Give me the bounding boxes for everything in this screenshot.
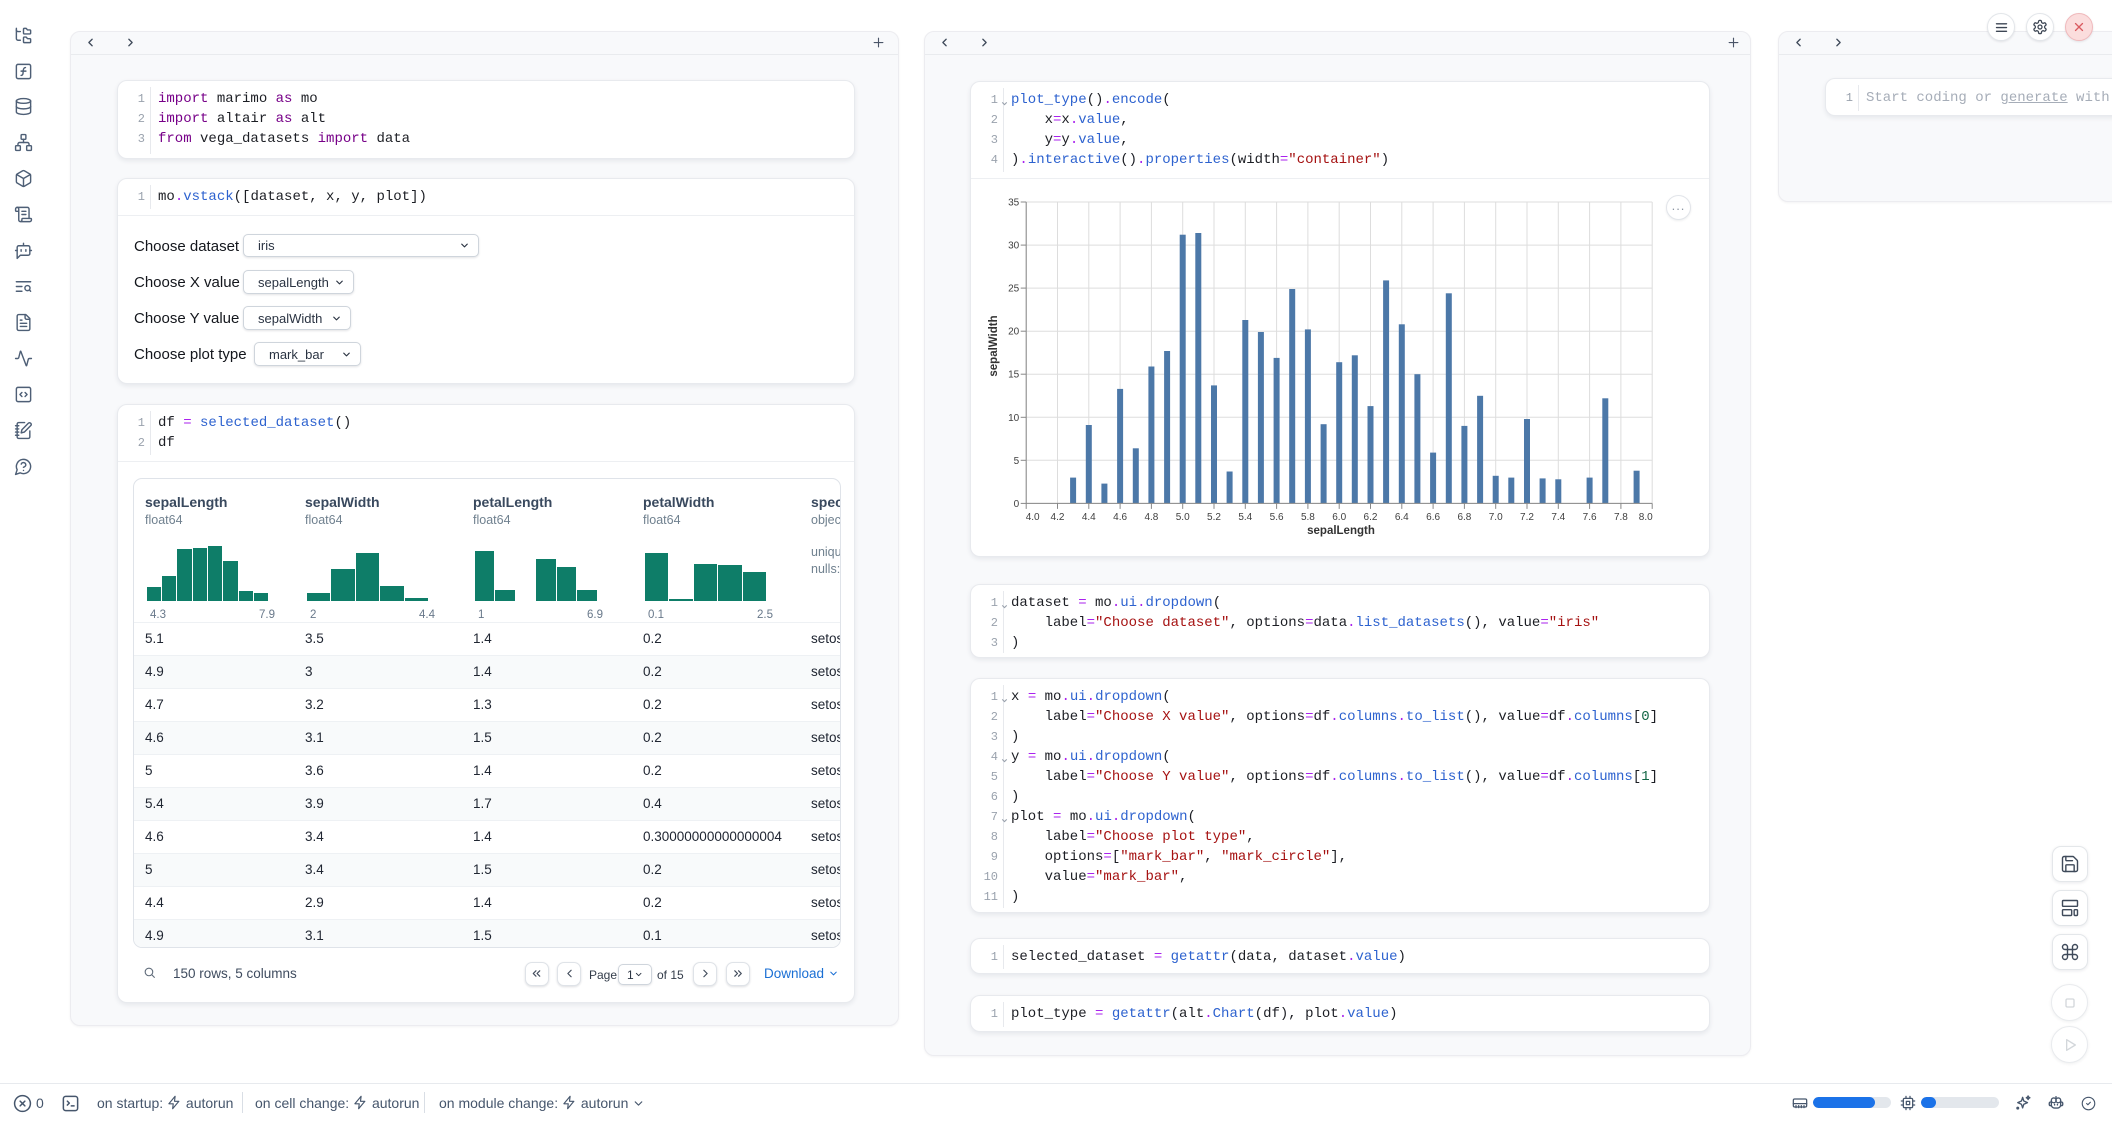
svg-text:7.0: 7.0 xyxy=(1489,512,1503,523)
svg-text:35: 35 xyxy=(1008,198,1020,209)
svg-text:6.8: 6.8 xyxy=(1457,512,1471,523)
svg-text:10: 10 xyxy=(1008,413,1020,424)
svg-text:7.6: 7.6 xyxy=(1583,512,1597,523)
svg-text:4.4: 4.4 xyxy=(1082,512,1096,523)
svg-text:0: 0 xyxy=(1014,499,1020,510)
svg-text:30: 30 xyxy=(1008,241,1020,252)
svg-text:4.2: 4.2 xyxy=(1051,512,1065,523)
svg-text:6.4: 6.4 xyxy=(1395,512,1409,523)
svg-text:4.6: 4.6 xyxy=(1113,512,1127,523)
svg-text:sepalWidth: sepalWidth xyxy=(988,315,1000,376)
svg-text:5.8: 5.8 xyxy=(1301,512,1315,523)
svg-text:6.6: 6.6 xyxy=(1426,512,1440,523)
svg-text:6.0: 6.0 xyxy=(1332,512,1346,523)
svg-text:20: 20 xyxy=(1008,327,1020,338)
svg-text:5.0: 5.0 xyxy=(1176,512,1190,523)
svg-text:7.8: 7.8 xyxy=(1614,512,1628,523)
svg-text:5.4: 5.4 xyxy=(1238,512,1252,523)
svg-text:5.6: 5.6 xyxy=(1270,512,1284,523)
svg-text:7.4: 7.4 xyxy=(1551,512,1565,523)
svg-text:sepalLength: sepalLength xyxy=(1307,525,1375,537)
svg-text:25: 25 xyxy=(1008,284,1020,295)
svg-text:15: 15 xyxy=(1008,370,1020,381)
svg-text:4.8: 4.8 xyxy=(1144,512,1158,523)
svg-text:7.2: 7.2 xyxy=(1520,512,1534,523)
svg-text:6.2: 6.2 xyxy=(1364,512,1378,523)
svg-text:5.2: 5.2 xyxy=(1207,512,1221,523)
svg-text:8.0: 8.0 xyxy=(1639,512,1653,523)
svg-text:4.0: 4.0 xyxy=(1026,512,1040,523)
svg-text:5: 5 xyxy=(1014,456,1020,467)
